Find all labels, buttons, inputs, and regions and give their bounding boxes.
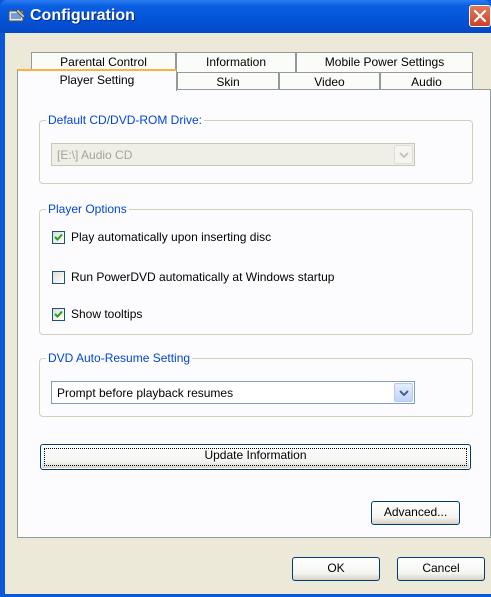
cd-drive-legend: Default CD/DVD-ROM Drive:	[46, 113, 205, 127]
ok-label: OK	[327, 561, 345, 575]
autoplay-label: Play automatically upon inserting disc	[71, 230, 272, 244]
cd-drive-value: [E:\] Audio CD	[57, 148, 133, 162]
auto-resume-value: Prompt before playback resumes	[57, 386, 234, 400]
player-options-legend: Player Options	[46, 202, 129, 216]
advanced-label: Advanced...	[383, 505, 448, 519]
tab-label: Player Setting	[59, 73, 135, 87]
window-title: Configuration	[30, 7, 135, 24]
chevron-down-icon	[394, 383, 413, 402]
update-information-label: Update Information	[204, 448, 307, 462]
tab-mobile-power-settings[interactable]: Mobile Power Settings	[296, 52, 473, 73]
player-options-group: Player Options Play automatically upon i…	[39, 202, 473, 335]
startup-label: Run PowerDVD automatically at Windows st…	[71, 270, 335, 284]
tab-label: Audio	[411, 75, 442, 89]
advanced-button[interactable]: Advanced...	[371, 501, 460, 525]
tab-skin[interactable]: Skin	[177, 72, 279, 90]
tab-player-setting[interactable]: Player Setting	[17, 69, 177, 91]
tab-label: Skin	[216, 75, 240, 89]
cd-drive-group: Default CD/DVD-ROM Drive: [E:\] Audio CD	[39, 113, 473, 184]
checkmark-icon	[54, 310, 63, 318]
auto-resume-select[interactable]: Prompt before playback resumes	[51, 381, 415, 404]
checkmark-icon	[54, 233, 63, 241]
tab-label: Parental Control	[60, 55, 147, 69]
autoplay-checkbox[interactable]	[52, 231, 65, 244]
tooltips-label: Show tooltips	[71, 307, 143, 321]
cancel-label: Cancel	[422, 561, 460, 575]
auto-resume-group: DVD Auto-Resume Setting Prompt before pl…	[39, 351, 473, 417]
tab-label: Information	[205, 55, 267, 69]
tab-audio[interactable]: Audio	[380, 72, 473, 90]
close-button[interactable]	[469, 5, 491, 27]
player-setting-panel: Default CD/DVD-ROM Drive: [E:\] Audio CD…	[17, 89, 491, 538]
configuration-window: Configuration Parental Control Informati…	[0, 0, 491, 597]
tab-label: Video	[314, 75, 345, 89]
tab-information[interactable]: Information	[176, 52, 296, 73]
cancel-button[interactable]: Cancel	[397, 557, 485, 581]
close-icon	[474, 10, 486, 22]
tooltips-checkbox[interactable]	[52, 308, 65, 321]
config-app-icon	[8, 8, 26, 24]
auto-resume-legend: DVD Auto-Resume Setting	[46, 351, 193, 365]
cd-drive-select[interactable]: [E:\] Audio CD	[51, 143, 415, 166]
ok-button[interactable]: OK	[292, 557, 380, 581]
tab-label: Mobile Power Settings	[324, 55, 445, 69]
tab-video[interactable]: Video	[279, 72, 380, 90]
chevron-down-icon	[394, 145, 413, 164]
startup-checkbox[interactable]	[52, 271, 65, 284]
update-information-button[interactable]: Update Information	[40, 444, 471, 470]
title-bar[interactable]: Configuration	[0, 0, 491, 33]
